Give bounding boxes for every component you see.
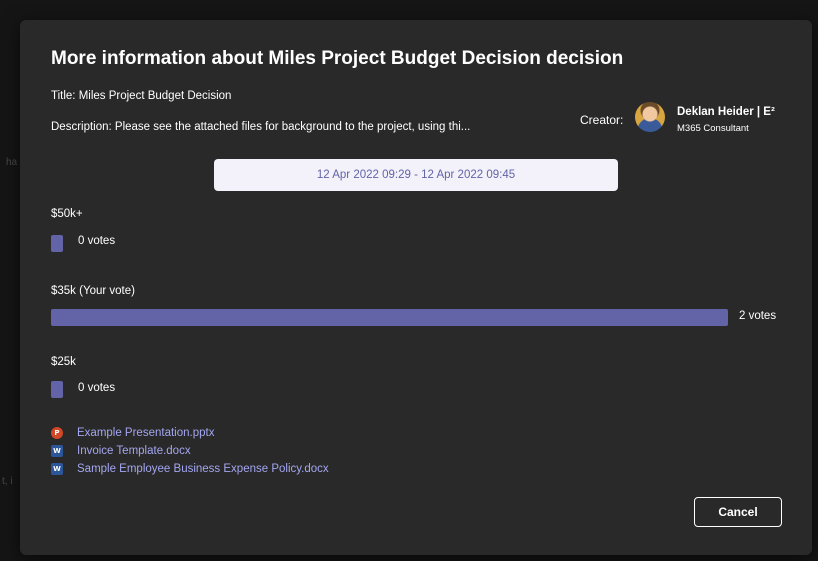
vote-bar-fill [51,309,728,326]
creator-role: M365 Consultant [677,123,749,134]
attachment-name: Example Presentation.pptx [77,427,215,439]
backdrop-text: t, i [2,476,13,487]
attachment-name: Invoice Template.docx [77,445,191,457]
decision-info-dialog: More information about Miles Project Bud… [20,20,812,555]
date-range-badge: 12 Apr 2022 09:29 - 12 Apr 2022 09:45 [214,159,618,191]
attachment-name: Sample Employee Business Expense Policy.… [77,463,329,475]
vote-bar [51,309,728,326]
vote-count: 0 votes [78,382,116,394]
backdrop-text: ha [6,157,18,168]
vote-bar-fill [51,235,63,252]
vote-count: 0 votes [78,235,116,247]
option-label: $25k [51,356,76,368]
dialog-title: More information about Miles Project Bud… [51,48,624,69]
word-icon: W [51,445,63,457]
attachment-list: P Example Presentation.pptx W Invoice Te… [51,424,329,478]
vote-count: 2 votes [739,310,777,322]
option-label: $35k (Your vote) [51,285,135,297]
vote-bar [51,235,728,252]
avatar [635,102,665,132]
vote-bar-fill [51,381,63,398]
attachment-link[interactable]: P Example Presentation.pptx [51,424,329,442]
attachment-link[interactable]: W Sample Employee Business Expense Polic… [51,460,329,478]
decision-description-line: Description: Please see the attached fil… [51,121,471,133]
option-label: $50k+ [51,208,83,220]
cancel-button[interactable]: Cancel [694,497,782,527]
powerpoint-icon: P [51,427,63,439]
decision-title-line: Title: Miles Project Budget Decision [51,90,232,102]
word-icon: W [51,463,63,475]
creator-name: Deklan Heider | E² [677,106,775,118]
creator-label: Creator: [580,113,624,127]
vote-bar [51,381,728,398]
attachment-link[interactable]: W Invoice Template.docx [51,442,329,460]
